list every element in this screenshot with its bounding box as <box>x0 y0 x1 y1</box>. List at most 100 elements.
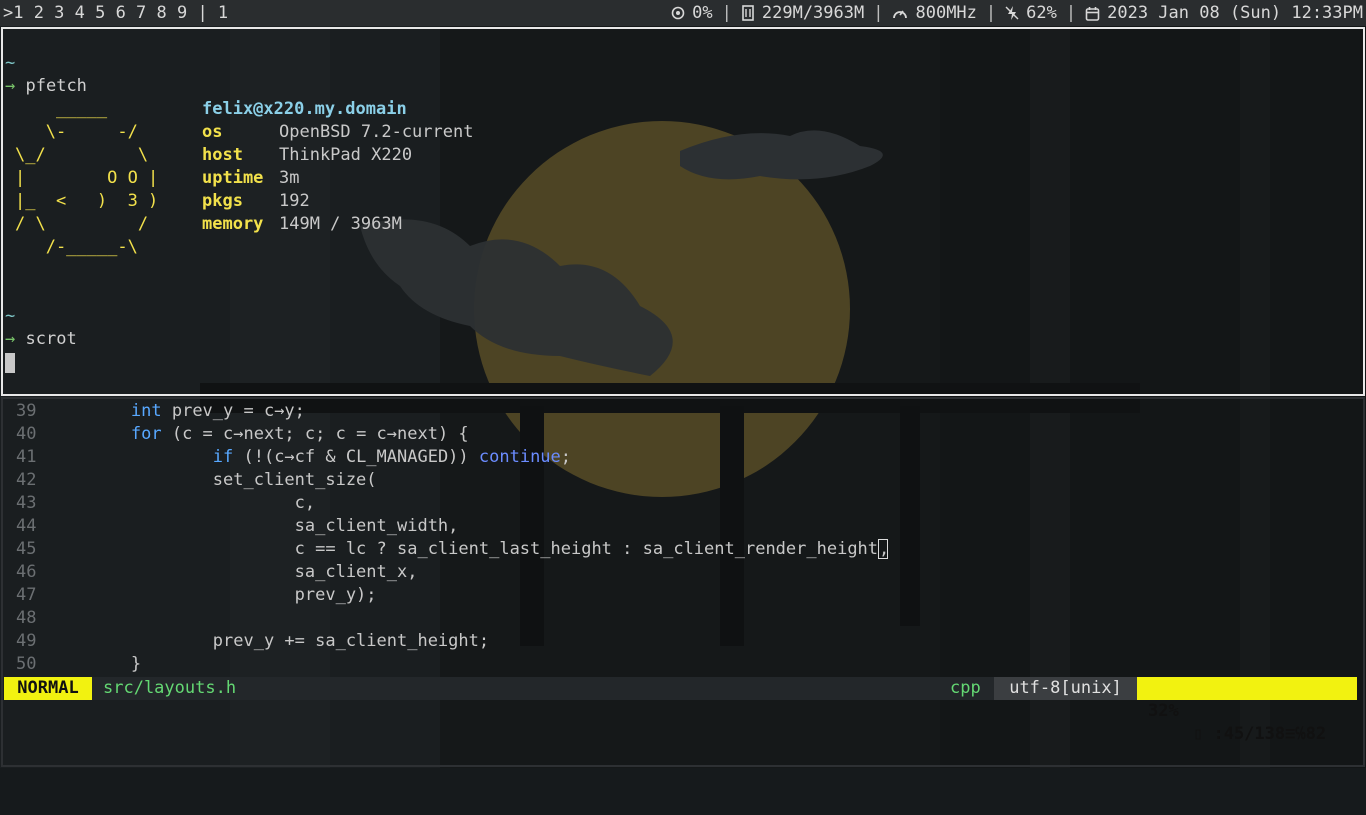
line-number: 49 <box>16 631 37 651</box>
info-key: memory <box>202 214 264 234</box>
line-column: ▯ :45/138≡℅82 <box>1193 724 1327 744</box>
info-key: host <box>202 145 243 165</box>
cpu-value: 0% <box>692 3 713 23</box>
separator: | <box>873 3 884 23</box>
prompt-cwd: ~ <box>5 53 16 73</box>
info-value: 149M / 3963M <box>279 214 402 234</box>
battery-value: 62% <box>1026 3 1057 23</box>
system-status: 0% | 229M/3963M | 800MHz | 62% | 2023 Ja… <box>671 0 1363 26</box>
battery-status: 62% <box>1005 0 1057 26</box>
code-keyword: int <box>130 401 162 421</box>
info-value: ThinkPad X220 <box>279 145 413 165</box>
logo-line: | O O | <box>15 168 159 188</box>
line-number: 47 <box>16 585 37 605</box>
code-text: sa_client_x, <box>294 562 418 582</box>
status-bar: >1 2 3 4 5 6 7 8 9 | 1 0% | 229M/3963M | <box>0 0 1366 26</box>
code-text: } <box>130 654 142 674</box>
code-line[interactable]: if (!(c→cf & CL_MANAGED)) continue; <box>49 446 571 469</box>
info-value: 3m <box>279 168 300 188</box>
prompt-line-2: → scrot <box>5 328 77 351</box>
code-text: c == lc ? sa_client_last_height : sa_cli… <box>294 539 879 559</box>
info-key: pkgs <box>202 191 243 211</box>
scroll-percent: 32% <box>1148 701 1179 721</box>
code-text: ; <box>560 447 572 467</box>
cpu-icon <box>671 6 685 20</box>
memory-icon <box>742 5 754 21</box>
info-key: uptime <box>202 168 264 188</box>
line-number: 50 <box>16 654 37 674</box>
code-keyword: continue <box>478 447 561 467</box>
logo-line: \_/ \ <box>15 145 149 165</box>
logo-line: / \ / <box>15 214 149 234</box>
file-name: src/layouts.h <box>103 678 237 698</box>
code-text: c, <box>294 493 316 513</box>
file-encoding: utf-8[unix] <box>994 677 1137 700</box>
code-text: prev_y += sa_client_height; <box>212 631 490 651</box>
battery-charging-icon <box>1005 6 1019 20</box>
command-text: pfetch <box>25 76 87 96</box>
line-number: 48 <box>16 608 37 628</box>
prompt-arrow: → <box>5 329 16 349</box>
code-line[interactable]: c == lc ? sa_client_last_height : sa_cli… <box>49 538 890 561</box>
code-line[interactable]: set_client_size( <box>49 469 377 492</box>
separator: | <box>721 3 732 23</box>
frequency-value: 800MHz <box>915 3 977 23</box>
info-value: OpenBSD 7.2-current <box>279 122 474 142</box>
memory-value: 229M/3963M <box>761 3 865 23</box>
command-text: scrot <box>25 329 77 349</box>
line-number: 44 <box>16 516 37 536</box>
datetime: 2023 Jan 08 (Sun) 12:33PM <box>1085 0 1363 26</box>
code-line[interactable]: prev_y); <box>49 584 377 607</box>
code-keyword: for <box>130 424 162 444</box>
line-number: 45 <box>16 539 37 559</box>
separator: | <box>1065 3 1077 23</box>
logo-line: /-_____-\ <box>15 237 138 257</box>
user-host: felix@x220.my.domain <box>202 99 407 119</box>
logo-line: |_ < ) 3 ) <box>15 191 159 211</box>
code-line[interactable]: } <box>49 653 141 676</box>
logo-line: _____ <box>15 99 108 119</box>
memory-usage: 229M/3963M <box>741 0 864 26</box>
prompt-cwd: ~ <box>5 306 16 326</box>
code-text: set_client_size( <box>212 470 377 490</box>
prompt-arrow: → <box>5 76 16 96</box>
editor-cursor: , <box>878 539 890 559</box>
datetime-value: 2023 Jan 08 (Sun) 12:33PM <box>1107 3 1363 23</box>
line-number: 39 <box>16 401 37 421</box>
code-text: prev_y); <box>294 585 377 605</box>
line-number: 42 <box>16 470 37 490</box>
code-line[interactable]: prev_y += sa_client_height; <box>49 630 489 653</box>
code-text: (c = c→next; c; c = c→next) { <box>161 424 469 444</box>
code-text: sa_client_width, <box>294 516 459 536</box>
line-number: 41 <box>16 447 37 467</box>
speedometer-icon <box>893 10 908 19</box>
code-line[interactable]: sa_client_x, <box>49 561 418 584</box>
mode-indicator: NORMAL <box>4 677 92 700</box>
cpu-usage: 0% <box>671 0 713 26</box>
cpu-frequency: 800MHz <box>892 0 977 26</box>
code-text: (!(c→cf & CL_MANAGED)) <box>233 447 479 467</box>
code-line[interactable]: for (c = c→next; c; c = c→next) { <box>49 423 469 446</box>
info-value: 192 <box>279 191 310 211</box>
line-number: 43 <box>16 493 37 513</box>
line-number: 40 <box>16 424 37 444</box>
code-text: prev_y = c→y; <box>161 401 305 421</box>
file-type: cpp <box>950 678 981 698</box>
code-line[interactable]: sa_client_width, <box>49 515 459 538</box>
code-line[interactable]: c, <box>49 492 315 515</box>
calendar-icon <box>1085 6 1100 21</box>
prompt-line-1: → pfetch <box>5 75 87 98</box>
cursor-position: 32% ▯ :45/138≡℅82 <box>1137 677 1357 744</box>
workspace-list[interactable]: >1 2 3 4 5 6 7 8 9 | 1 <box>3 0 228 26</box>
vim-statusline: NORMAL src/layouts.h cpp utf-8[unix] 32%… <box>4 677 1357 744</box>
code-line[interactable]: int prev_y = c→y; <box>49 400 305 423</box>
